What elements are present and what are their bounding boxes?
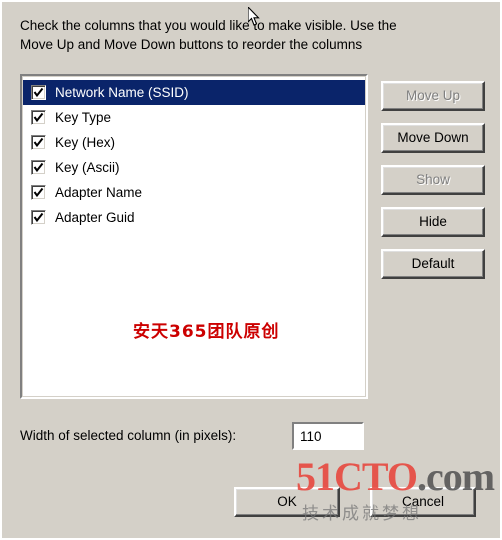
column-width-row: Width of selected column (in pixels): <box>20 422 480 450</box>
list-item[interactable]: Adapter Guid <box>23 205 365 230</box>
hide-button[interactable]: Hide <box>381 207 485 237</box>
ok-button[interactable]: OK <box>234 487 340 517</box>
list-item-label: Key Type <box>55 110 112 125</box>
column-width-label: Width of selected column (in pixels): <box>20 428 237 443</box>
show-button[interactable]: Show <box>381 165 485 195</box>
column-list[interactable]: Network Name (SSID) Key Type Key (Hex) K… <box>20 74 368 399</box>
list-item[interactable]: Adapter Name <box>23 180 365 205</box>
checkbox-checked-icon[interactable] <box>31 110 46 125</box>
list-item-label: Adapter Name <box>55 185 143 200</box>
instructions-line-1: Check the columns that you would like to… <box>20 18 397 33</box>
list-item[interactable]: Network Name (SSID) <box>23 80 365 105</box>
column-width-input[interactable] <box>292 422 364 450</box>
instructions-text: Check the columns that you would like to… <box>20 16 482 54</box>
cancel-button[interactable]: Cancel <box>370 487 476 517</box>
list-item[interactable]: Key Type <box>23 105 365 130</box>
move-up-button[interactable]: Move Up <box>381 81 485 111</box>
column-settings-dialog: Check the columns that you would like to… <box>0 0 502 540</box>
list-item-label: Adapter Guid <box>55 210 135 225</box>
move-down-button[interactable]: Move Down <box>381 123 485 153</box>
list-item-label: Key (Ascii) <box>55 160 120 175</box>
default-button[interactable]: Default <box>381 249 485 279</box>
list-item[interactable]: Key (Hex) <box>23 130 365 155</box>
checkbox-checked-icon[interactable] <box>31 85 46 100</box>
checkbox-checked-icon[interactable] <box>31 185 46 200</box>
checkbox-checked-icon[interactable] <box>31 160 46 175</box>
team-watermark-text: 安天365团队原创 <box>133 322 280 342</box>
list-item[interactable]: Key (Ascii) <box>23 155 365 180</box>
checkbox-checked-icon[interactable] <box>31 210 46 225</box>
checkbox-checked-icon[interactable] <box>31 135 46 150</box>
instructions-line-2: Move Up and Move Down buttons to reorder… <box>20 37 363 52</box>
column-list-inner: Network Name (SSID) Key Type Key (Hex) K… <box>22 76 366 397</box>
list-item-label: Key (Hex) <box>55 135 116 150</box>
list-item-label: Network Name (SSID) <box>55 85 189 100</box>
